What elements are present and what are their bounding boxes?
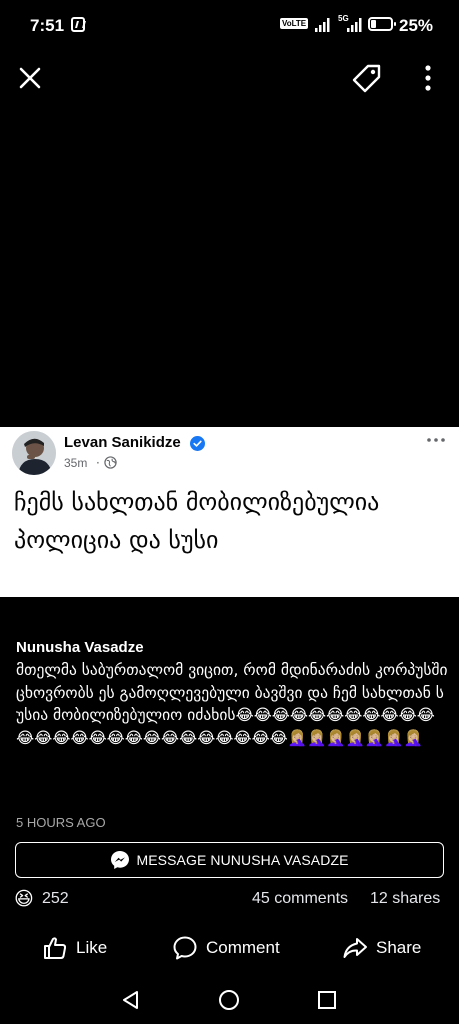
more-vertical-icon[interactable] xyxy=(418,64,438,92)
avatar[interactable] xyxy=(12,431,56,475)
share-button[interactable]: Share xyxy=(342,932,421,964)
post-author-name[interactable]: Levan Sanikidze xyxy=(64,434,181,451)
share-label: Share xyxy=(376,938,422,957)
comment: Nunusha Vasadze მთელმა საბურთალომ ვიცით,… xyxy=(16,638,448,749)
comment-button[interactable]: Comment xyxy=(172,932,280,964)
system-navigation-bar xyxy=(0,974,459,1024)
back-icon[interactable] xyxy=(120,989,142,1011)
commenter-name[interactable]: Nunusha Vasadze xyxy=(16,638,448,658)
like-button[interactable]: Like xyxy=(42,932,107,964)
battery-percentage: 25% xyxy=(399,16,434,35)
status-time: 7:51 xyxy=(30,16,65,35)
post-card: Levan Sanikidze 35m · ჩემს სახლთან მობილ… xyxy=(0,427,459,597)
like-label: Like xyxy=(76,938,108,957)
message-button-label: MESSAGE NUNUSHA VASADZE xyxy=(136,852,349,868)
reaction-count[interactable]: 252 xyxy=(42,890,69,908)
tag-icon[interactable] xyxy=(350,62,384,94)
shares-count[interactable]: 12 shares xyxy=(370,890,440,908)
globe-icon xyxy=(104,456,117,469)
battery-icon xyxy=(368,17,396,31)
recent-apps-icon[interactable] xyxy=(317,990,337,1010)
share-arrow-icon xyxy=(343,938,367,958)
volte-badge: VoLTE xyxy=(280,18,309,29)
comment-text: მთელმა საბურთალომ ვიცით, რომ მდინარაძის … xyxy=(16,661,448,747)
comments-count[interactable]: 45 comments xyxy=(252,890,348,908)
signal-strength-icon xyxy=(315,18,330,32)
post-text: ჩემს სახლთან მობილიზებულია პოლიცია და სუ… xyxy=(14,488,380,554)
nfc-icon xyxy=(71,17,85,32)
message-button[interactable]: MESSAGE NUNUSHA VASADZE xyxy=(15,842,444,878)
close-icon[interactable] xyxy=(14,62,46,94)
messenger-icon xyxy=(111,851,130,869)
comment-timestamp: 5 HOURS AGO xyxy=(16,815,106,830)
post-timestamp[interactable]: 35m xyxy=(64,456,87,470)
status-bar: 7:51 VoLTE 5G 25% xyxy=(0,0,459,52)
signal-strength-icon xyxy=(347,18,362,32)
post-actions: Like Comment Share xyxy=(0,928,459,968)
comment-bubble-icon xyxy=(173,936,197,960)
post-options-icon[interactable] xyxy=(425,433,447,447)
separator-dot: · xyxy=(96,456,100,470)
viewer-top-bar xyxy=(0,52,459,104)
comment-label: Comment xyxy=(206,938,280,957)
engagement-stats: 😆 252 45 comments 12 shares xyxy=(0,884,459,914)
thumbs-up-icon xyxy=(44,937,67,959)
verified-badge-icon xyxy=(190,436,205,451)
haha-reaction-icon: 😆 xyxy=(14,888,34,910)
home-icon[interactable] xyxy=(218,989,240,1011)
